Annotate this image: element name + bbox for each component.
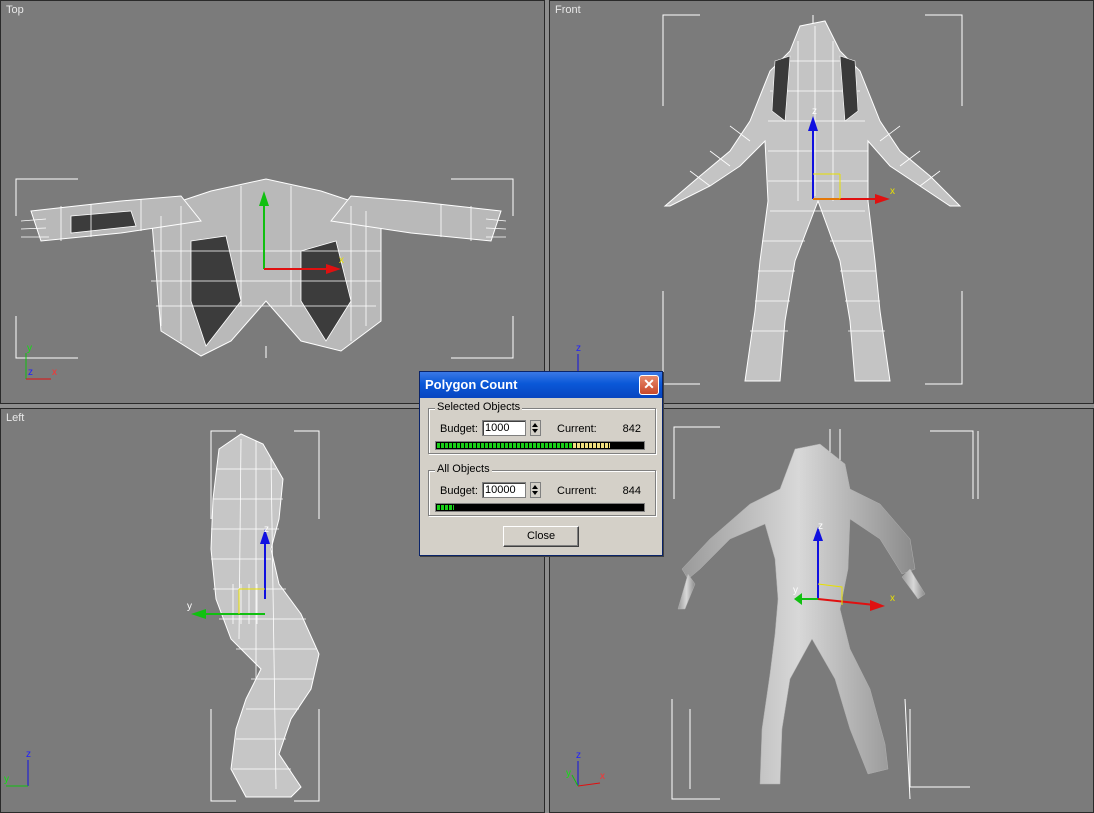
- viewport-front[interactable]: Front x z z: [549, 0, 1094, 404]
- top-gizmo-x-label: x: [339, 255, 344, 266]
- all-budget-input[interactable]: 10000: [482, 482, 526, 498]
- spinner-down-icon[interactable]: [532, 491, 538, 495]
- persp-tripod-x-label: x: [600, 771, 605, 782]
- dialog-title: Polygon Count: [425, 377, 518, 392]
- selected-objects-title: Selected Objects: [435, 401, 523, 413]
- selected-current-label: Current:: [557, 423, 597, 435]
- left-gizmo-y-label: y: [187, 601, 192, 612]
- left-gizmo-z-label: z: [264, 524, 269, 535]
- dialog-titlebar[interactable]: Polygon Count ✕: [420, 372, 662, 398]
- all-budget-label: Budget:: [440, 485, 478, 497]
- all-objects-title: All Objects: [435, 463, 492, 475]
- top-tripod-y-label: y: [27, 343, 32, 354]
- persp-tripod-y-label: y: [566, 768, 571, 779]
- all-progress-fill: [437, 505, 454, 510]
- front-tripod-z-label: z: [576, 343, 581, 354]
- all-budget-spinner[interactable]: [530, 482, 541, 498]
- close-icon[interactable]: ✕: [639, 375, 659, 395]
- persp-gizmo-y-label: y: [793, 585, 798, 596]
- close-button[interactable]: Close: [503, 526, 579, 547]
- all-current-label: Current:: [557, 485, 597, 497]
- front-gizmo-x-label: x: [890, 186, 895, 197]
- all-objects-group: All Objects Budget: 10000 Current: 844: [428, 463, 656, 516]
- left-tripod-y-label: y: [4, 774, 9, 785]
- persp-tripod-z-label: z: [576, 750, 581, 761]
- selected-progress-bar: [435, 441, 645, 450]
- persp-gizmo-x-label: x: [890, 593, 895, 604]
- selected-current-value: 842: [622, 423, 641, 435]
- selected-budget-label: Budget:: [440, 423, 478, 435]
- top-view-model: x y x z: [15, 178, 514, 380]
- selected-progress-warning: [573, 443, 610, 448]
- top-tripod-x-label: x: [52, 367, 57, 378]
- spinner-down-icon[interactable]: [532, 429, 538, 433]
- persp-gizmo-z-label: z: [818, 521, 823, 532]
- viewport-top[interactable]: Top x y x z: [0, 0, 545, 404]
- front-gizmo-z-label: z: [812, 106, 817, 117]
- selected-budget-spinner[interactable]: [530, 420, 541, 436]
- selected-objects-group: Selected Objects Budget: 1000 Current: 8…: [428, 401, 656, 454]
- front-view-model: x z z: [576, 14, 963, 385]
- all-progress-bar: [435, 503, 645, 512]
- selected-progress-fill: [437, 443, 573, 448]
- spinner-up-icon[interactable]: [532, 485, 538, 489]
- selected-budget-input[interactable]: 1000: [482, 420, 526, 436]
- top-tripod-z-label: z: [28, 367, 33, 378]
- polygon-count-dialog: Polygon Count ✕ Selected Objects Budget:…: [419, 371, 663, 556]
- all-current-value: 844: [622, 485, 641, 497]
- spinner-up-icon[interactable]: [532, 423, 538, 427]
- left-tripod-z-label: z: [26, 749, 31, 760]
